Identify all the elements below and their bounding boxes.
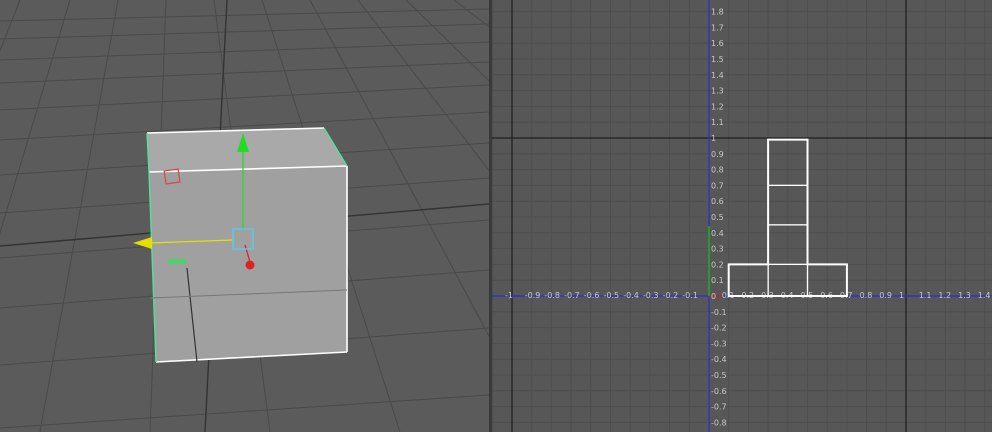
v-tick-label: 1.1 bbox=[711, 118, 724, 127]
uv-editor-panel[interactable]: 1.8 1.7 1.6 1.5 1.4 1.3 1.2 1.1 1 0.9 0.8 0.7 0.6 0.5… bbox=[492, 0, 992, 432]
u-tick-label: -0.6 bbox=[584, 291, 600, 300]
v-tick-label: 1.3 bbox=[711, 87, 724, 96]
cube-mesh[interactable] bbox=[146, 127, 348, 363]
u-tick-label: -0.4 bbox=[623, 291, 639, 300]
v-tick-label: -0.2 bbox=[711, 324, 727, 333]
u-tick-label: -0.2 bbox=[663, 291, 679, 300]
u-tick-label: -0.5 bbox=[604, 291, 620, 300]
v-tick-label: -0.5 bbox=[711, 371, 727, 380]
u-tick-label: 1 bbox=[899, 291, 904, 300]
v-tick-label: 0.6 bbox=[711, 197, 724, 206]
u-tick-label: -0.1 bbox=[682, 291, 698, 300]
v-tick-label: 1.8 bbox=[711, 8, 724, 17]
v-tick-label: 0.4 bbox=[711, 229, 724, 238]
u-tick-label: -1 bbox=[505, 291, 513, 300]
v-tick-label: 0 bbox=[711, 292, 716, 301]
v-tick-label: -0.7 bbox=[711, 403, 727, 412]
u-tick-label: 1.2 bbox=[938, 291, 951, 300]
v-tick-label: -0.3 bbox=[711, 339, 727, 348]
v-tick-label: 0.3 bbox=[711, 245, 724, 254]
u-tick-label: -0.9 bbox=[525, 291, 541, 300]
v-tick-label: 1.5 bbox=[711, 55, 724, 64]
viewport-canvas[interactable] bbox=[0, 0, 489, 432]
u-tick-label: -0.7 bbox=[564, 291, 580, 300]
perspective-viewport[interactable] bbox=[0, 0, 489, 432]
v-tick-label: 0.9 bbox=[711, 150, 724, 159]
v-tick-label: 0.2 bbox=[711, 260, 724, 269]
u-tick-label: 0.8 bbox=[860, 291, 873, 300]
v-tick-label: -0.6 bbox=[711, 387, 727, 396]
v-tick-label: 1.2 bbox=[711, 102, 724, 111]
u-tick-label: 1.4 bbox=[978, 291, 991, 300]
v-tick-label: 1 bbox=[711, 134, 716, 143]
uv-grid bbox=[492, 0, 992, 432]
uv-canvas[interactable]: 1.8 1.7 1.6 1.5 1.4 1.3 1.2 1.1 1 0.9 0.8 0.7 0.6 0.5… bbox=[492, 0, 992, 432]
v-tick-label: 0.8 bbox=[711, 166, 724, 175]
v-tick-label: 1.7 bbox=[711, 23, 724, 32]
v-tick-label: 0.5 bbox=[711, 213, 724, 222]
u-tick-label: -0.3 bbox=[643, 291, 659, 300]
u-tick-label: 1.3 bbox=[958, 291, 971, 300]
pivot-marker-icon bbox=[168, 259, 186, 264]
v-tick-label: 0.7 bbox=[711, 181, 724, 190]
v-tick-label: 1.4 bbox=[711, 71, 724, 80]
v-tick-label: -0.1 bbox=[711, 308, 727, 317]
v-tick-label: 0.1 bbox=[711, 276, 724, 285]
v-tick-label: -0.8 bbox=[711, 418, 727, 427]
u-tick-label: 0.9 bbox=[879, 291, 892, 300]
u-tick-label: -0.8 bbox=[544, 291, 560, 300]
u-tick-label: 1.1 bbox=[919, 291, 932, 300]
translate-z-ball-icon[interactable] bbox=[245, 260, 255, 270]
v-tick-label: 1.6 bbox=[711, 39, 724, 48]
v-tick-label: -0.4 bbox=[711, 355, 727, 364]
uv-axes bbox=[492, 0, 992, 432]
